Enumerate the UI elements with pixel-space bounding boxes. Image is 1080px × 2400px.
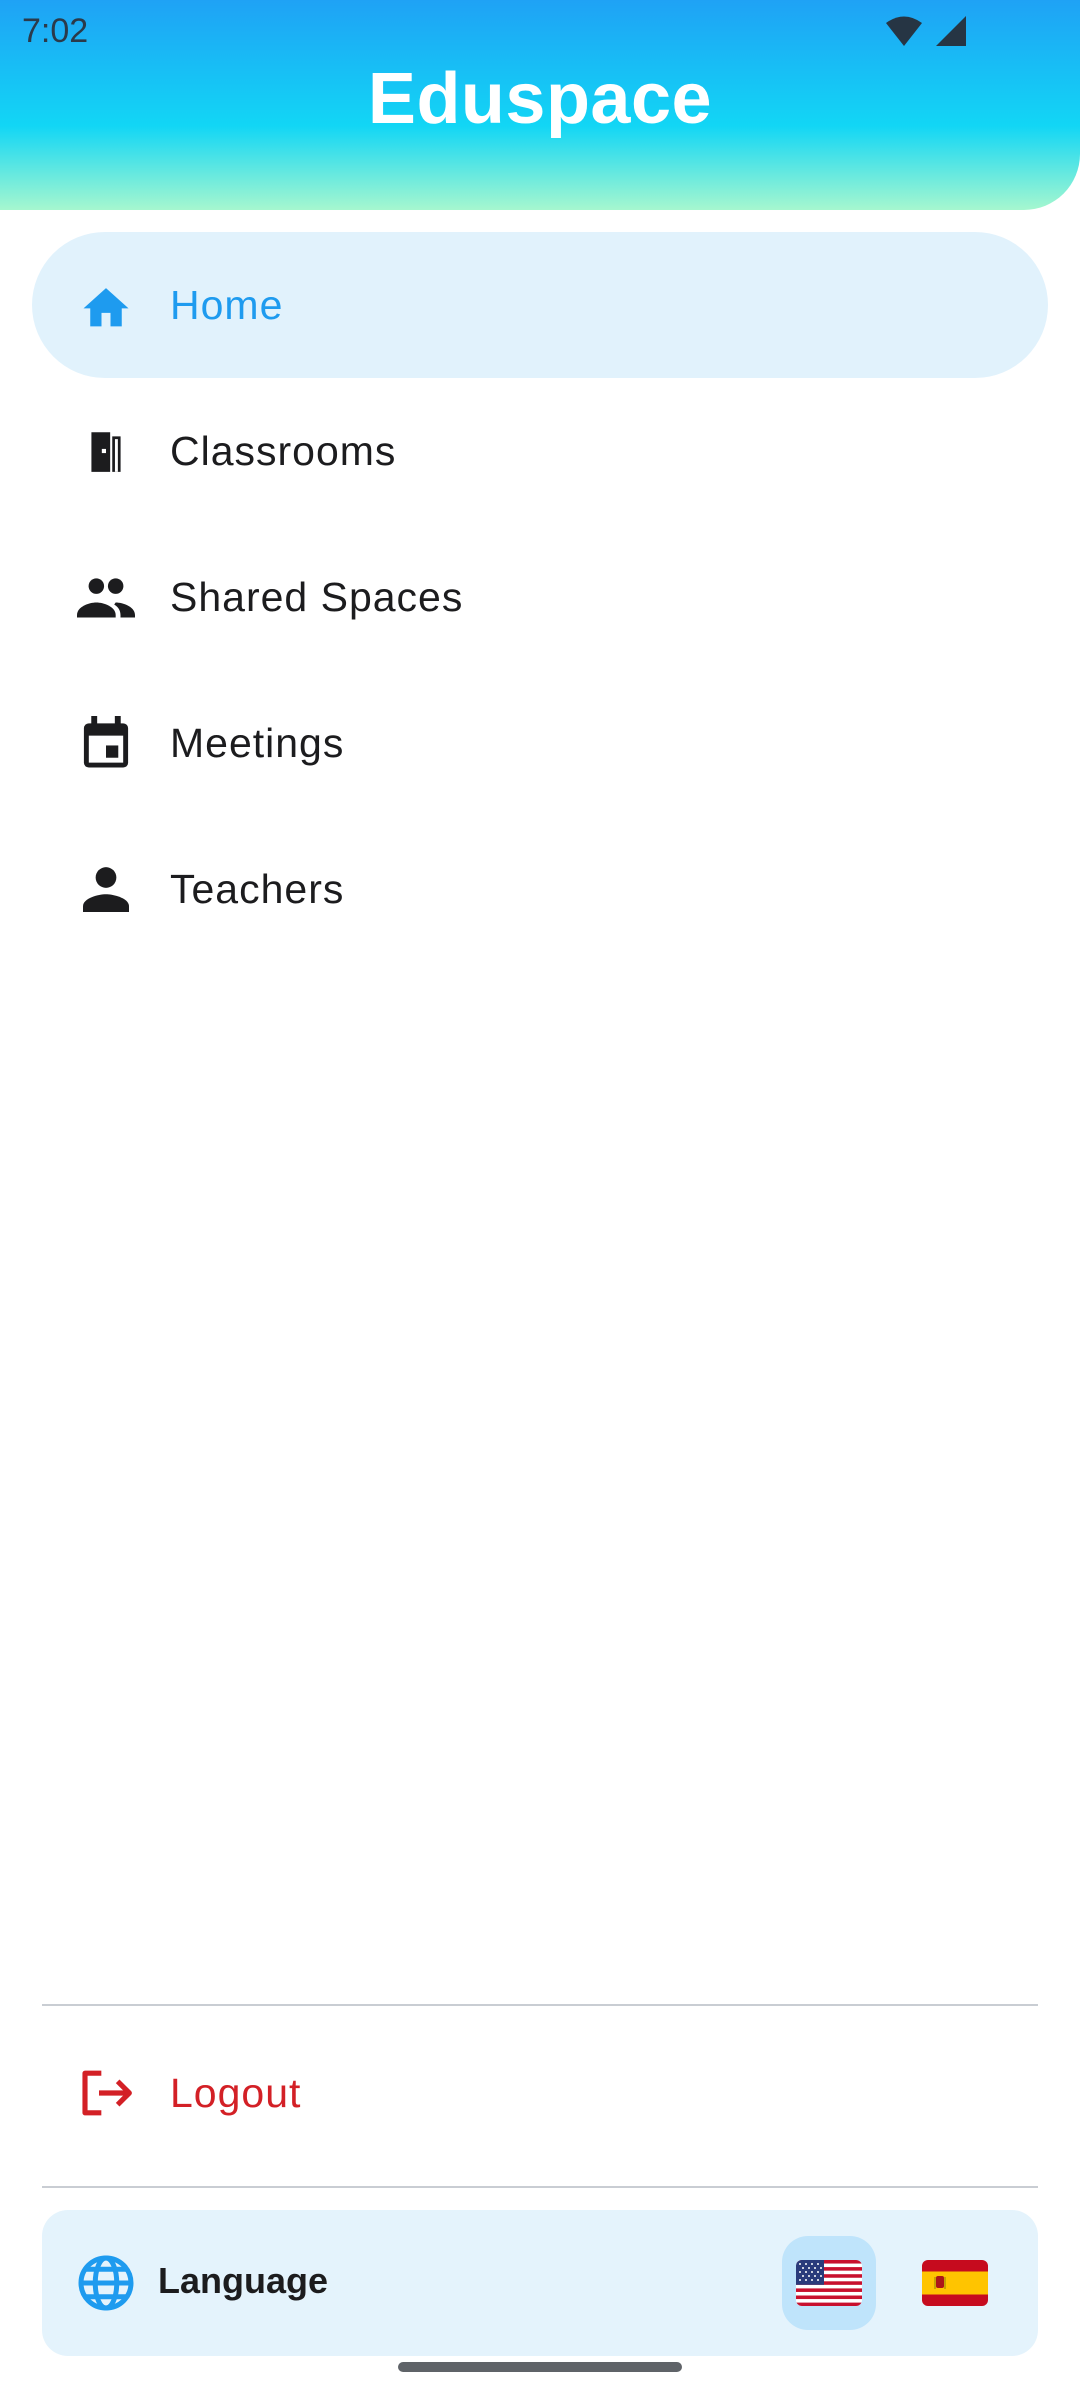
nav-item-shared-spaces[interactable]: Shared Spaces [32, 524, 1048, 670]
cell-signal-icon [936, 16, 966, 46]
us-flag-icon [796, 2260, 862, 2306]
divider [42, 2004, 1038, 2006]
status-icons [884, 14, 968, 48]
nav-item-label: Shared Spaces [170, 573, 464, 620]
logout-button[interactable]: Logout [32, 2020, 1048, 2166]
nav-item-teachers[interactable]: Teachers [32, 816, 1048, 962]
home-icon [76, 275, 136, 335]
logout-label: Logout [170, 2069, 302, 2116]
nav-item-home[interactable]: Home [32, 232, 1048, 378]
nav-item-label: Home [170, 281, 284, 328]
app-title: Eduspace [367, 59, 713, 139]
globe-icon [76, 2253, 136, 2313]
calendar-icon [76, 713, 136, 773]
home-indicator[interactable] [398, 2362, 682, 2372]
divider [42, 2186, 1038, 2188]
nav-drawer-list: Home Classrooms Shared Spaces Meetings T… [0, 232, 1080, 962]
door-icon [76, 421, 136, 481]
nav-item-classrooms[interactable]: Classrooms [32, 378, 1048, 524]
nav-item-label: Teachers [170, 865, 345, 912]
status-time: 7:02 [22, 12, 89, 50]
drawer-header: 7:02 Eduspace [0, 0, 1080, 210]
people-icon [76, 567, 136, 627]
wifi-icon [886, 16, 922, 46]
person-icon [76, 859, 136, 919]
nav-item-label: Meetings [170, 719, 345, 766]
spain-flag-icon [922, 2260, 988, 2306]
language-option-spanish[interactable] [908, 2236, 1002, 2330]
logout-icon [76, 2063, 136, 2123]
language-label: Language [158, 2260, 329, 2301]
language-selector: Language [42, 2210, 1038, 2356]
nav-item-meetings[interactable]: Meetings [32, 670, 1048, 816]
language-option-english[interactable] [782, 2236, 876, 2330]
nav-item-label: Classrooms [170, 427, 397, 474]
